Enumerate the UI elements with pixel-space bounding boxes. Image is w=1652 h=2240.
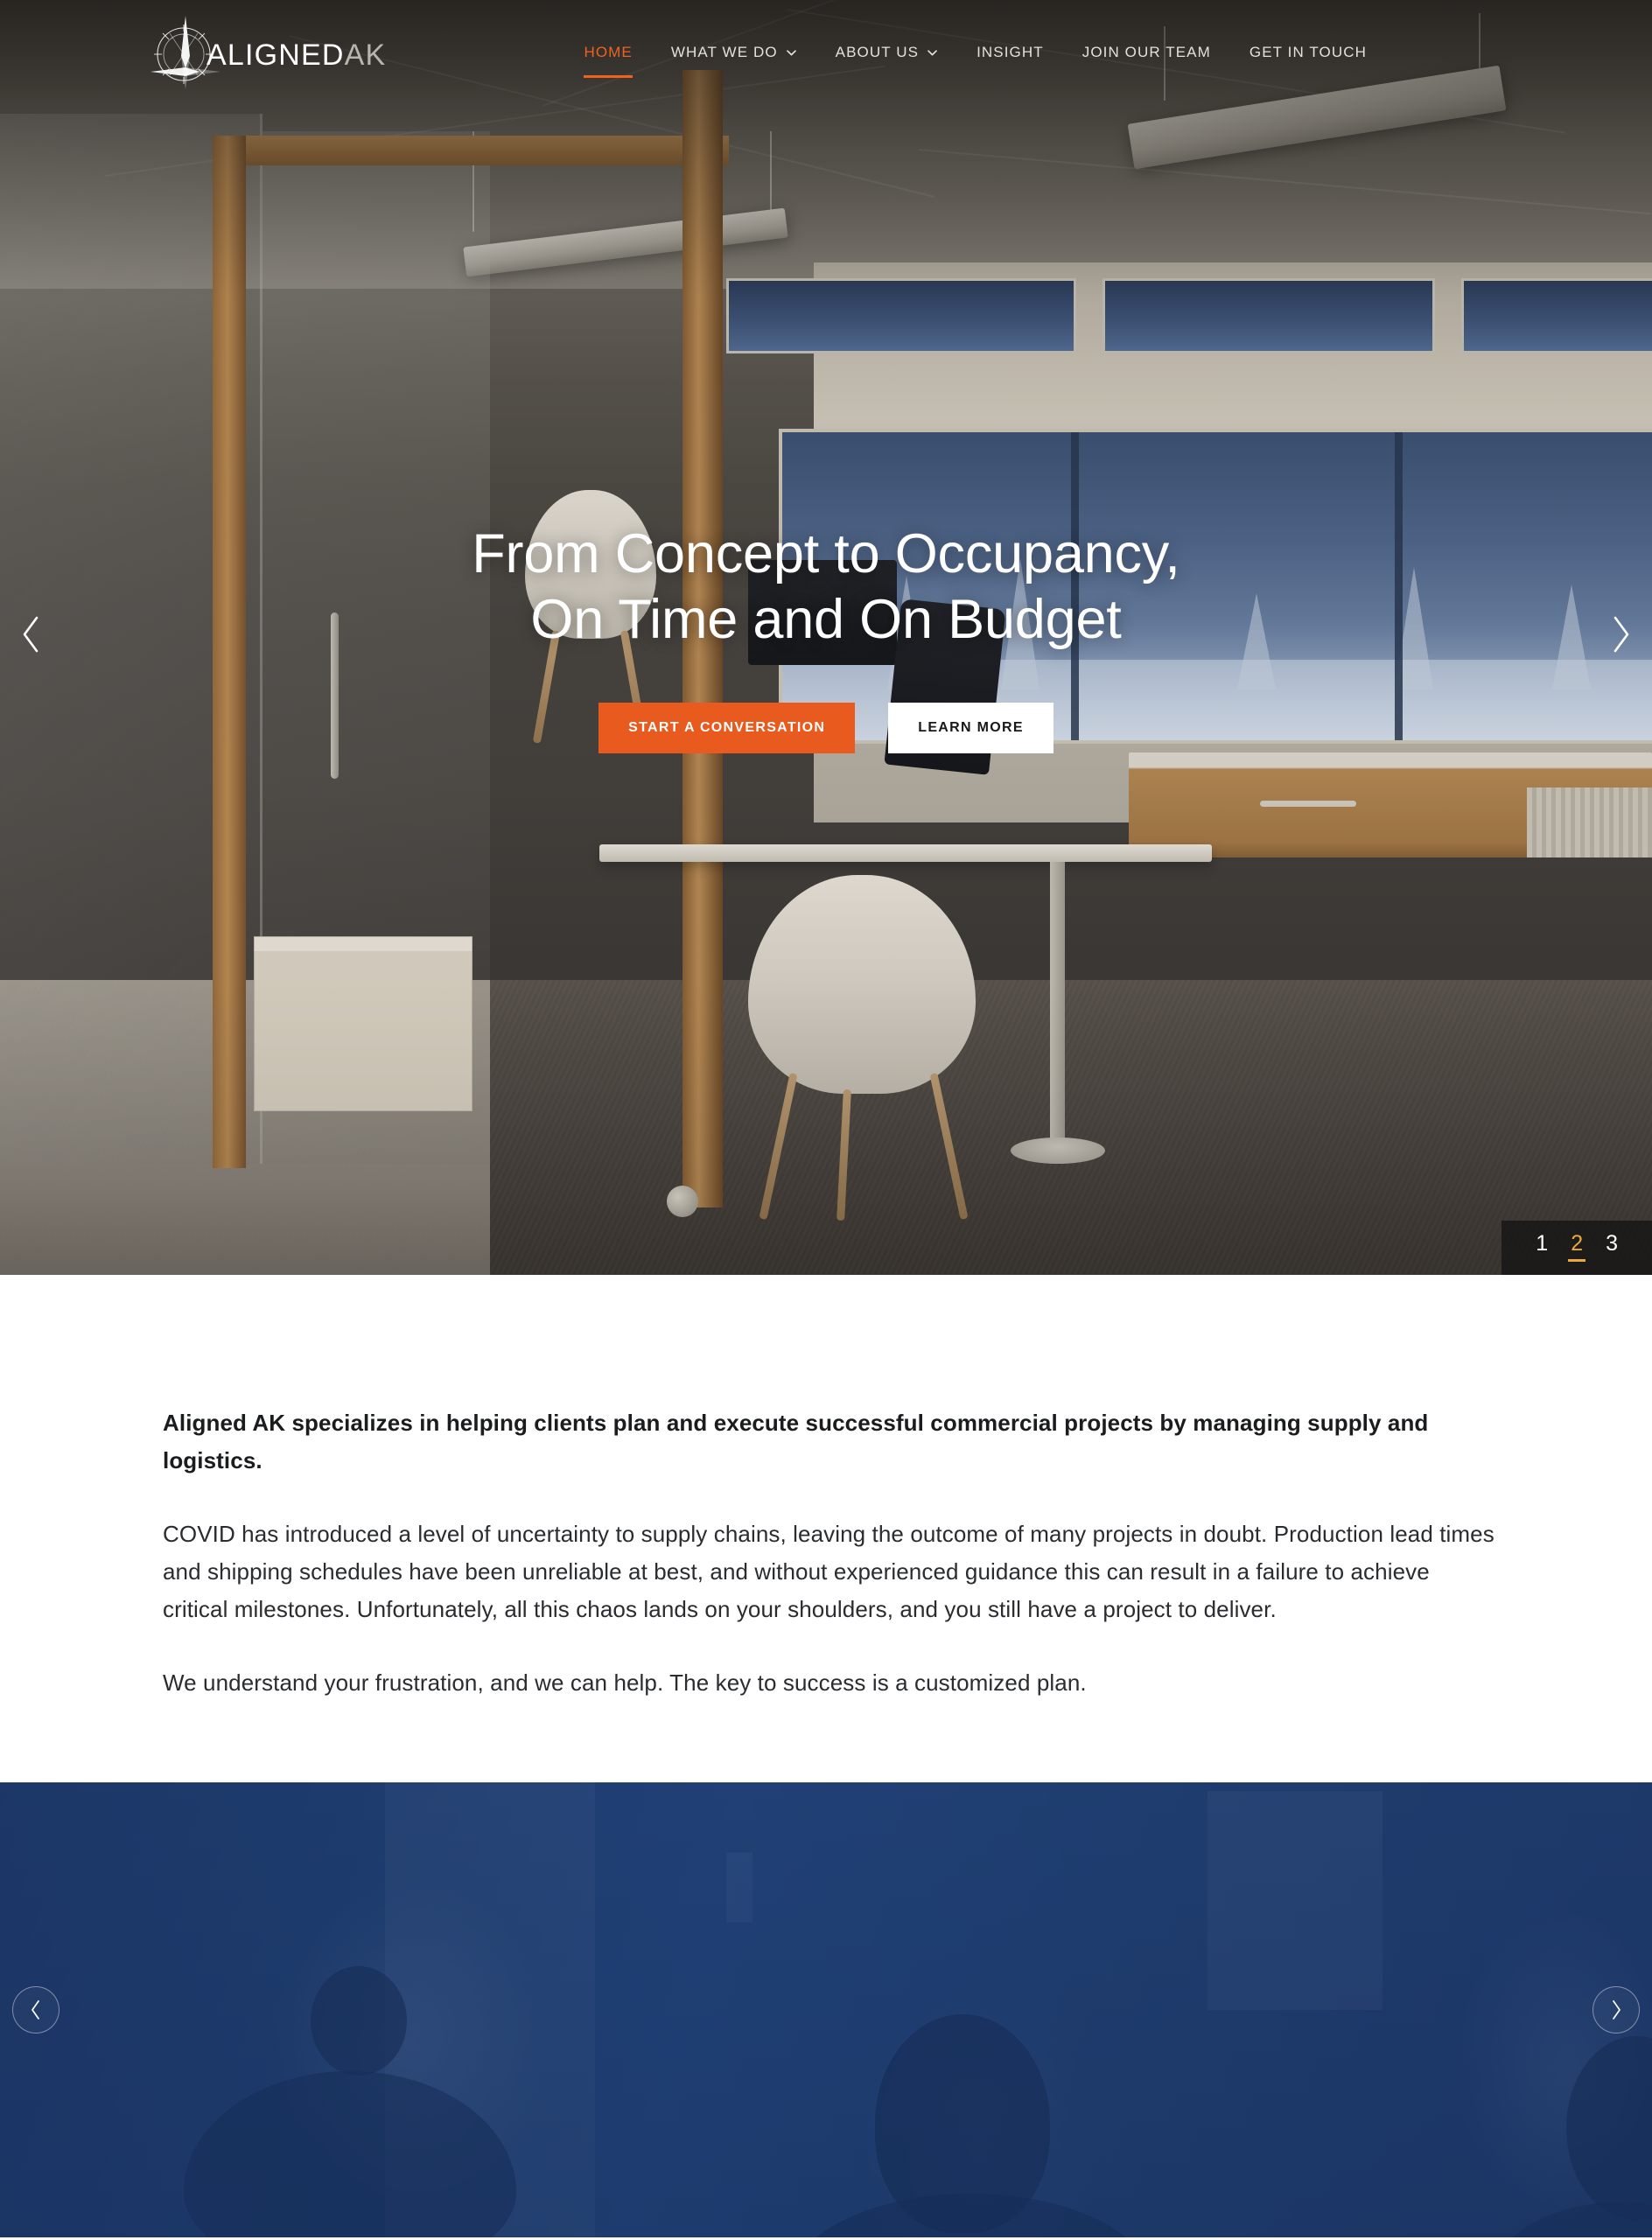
hero-title: From Concept to Occupancy, On Time and O… [472,522,1180,652]
homepage: ALIGNEDAK HOME WHAT WE DO ABOUT US INSIG… [0,0,1652,2240]
hero-content: From Concept to Occupancy, On Time and O… [0,0,1652,1275]
testimonial-slider [0,1782,1652,2237]
hero-page-1[interactable]: 1 [1524,1231,1559,1263]
chevron-down-icon [927,47,938,59]
brand-name-strong: ALIGNED [206,38,345,72]
chevron-right-circle-icon [1608,1998,1624,2021]
nav-item-home[interactable]: HOME [564,35,651,78]
hero-page-3[interactable]: 3 [1594,1231,1629,1263]
nav-label: HOME [584,44,633,60]
chevron-down-icon [786,47,797,59]
nav-label: GET IN TOUCH [1249,44,1367,60]
chevron-right-icon [1607,614,1634,654]
hero-slider: ALIGNEDAK HOME WHAT WE DO ABOUT US INSIG… [0,0,1652,1275]
intro-inner: Aligned AK specializes in helping client… [152,1404,1500,1702]
intro-lead-text: Aligned AK specializes in helping client… [163,1410,1429,1474]
brand-logo[interactable]: ALIGNEDAK [147,12,386,93]
hero-buttons: START A CONVERSATION LEARN MORE [598,702,1054,753]
nav-label: ABOUT US [835,44,920,60]
nav-item-insight[interactable]: INSIGHT [957,35,1063,70]
testimonial-next-arrow[interactable] [1592,1985,1640,2034]
brand-text: ALIGNEDAK [206,35,386,70]
nav-item-what-we-do[interactable]: WHAT WE DO [652,35,816,70]
nav-item-join-our-team[interactable]: JOIN OUR TEAM [1063,35,1230,70]
brand-name-light: AK [344,38,387,72]
testimonial-prev-arrow[interactable] [12,1985,60,2034]
main-navigation: ALIGNEDAK HOME WHAT WE DO ABOUT US INSIG… [0,0,1652,105]
nav-item-about-us[interactable]: ABOUT US [816,35,957,70]
chevron-left-icon [18,614,45,654]
intro-paragraph-1: COVID has introduced a level of uncertai… [163,1521,1494,1622]
chevron-left-circle-icon [28,1998,44,2021]
hero-pagination: 1 2 3 [1502,1221,1652,1275]
hero-page-2[interactable]: 2 [1559,1231,1594,1263]
compass-rose-icon [147,12,220,93]
intro-paragraph-2: We understand your frustration, and we c… [163,1670,1087,1697]
testimonial-color-overlay [0,1782,1652,2237]
learn-more-button[interactable]: LEARN MORE [888,702,1054,753]
nav-item-get-in-touch[interactable]: GET IN TOUCH [1230,35,1386,70]
nav-label: INSIGHT [976,44,1044,60]
hero-title-line-2: On Time and On Budget [530,588,1122,650]
nav-links: HOME WHAT WE DO ABOUT US INSIGHT JOIN OU… [564,35,1386,78]
hero-title-line-1: From Concept to Occupancy, [472,523,1180,585]
nav-label: JOIN OUR TEAM [1082,44,1211,60]
nav-label: WHAT WE DO [670,44,778,60]
start-a-conversation-button[interactable]: START A CONVERSATION [598,702,856,753]
intro-section: Aligned AK specializes in helping client… [0,1275,1652,1782]
hero-prev-arrow[interactable] [5,608,58,661]
hero-next-arrow[interactable] [1594,608,1647,661]
